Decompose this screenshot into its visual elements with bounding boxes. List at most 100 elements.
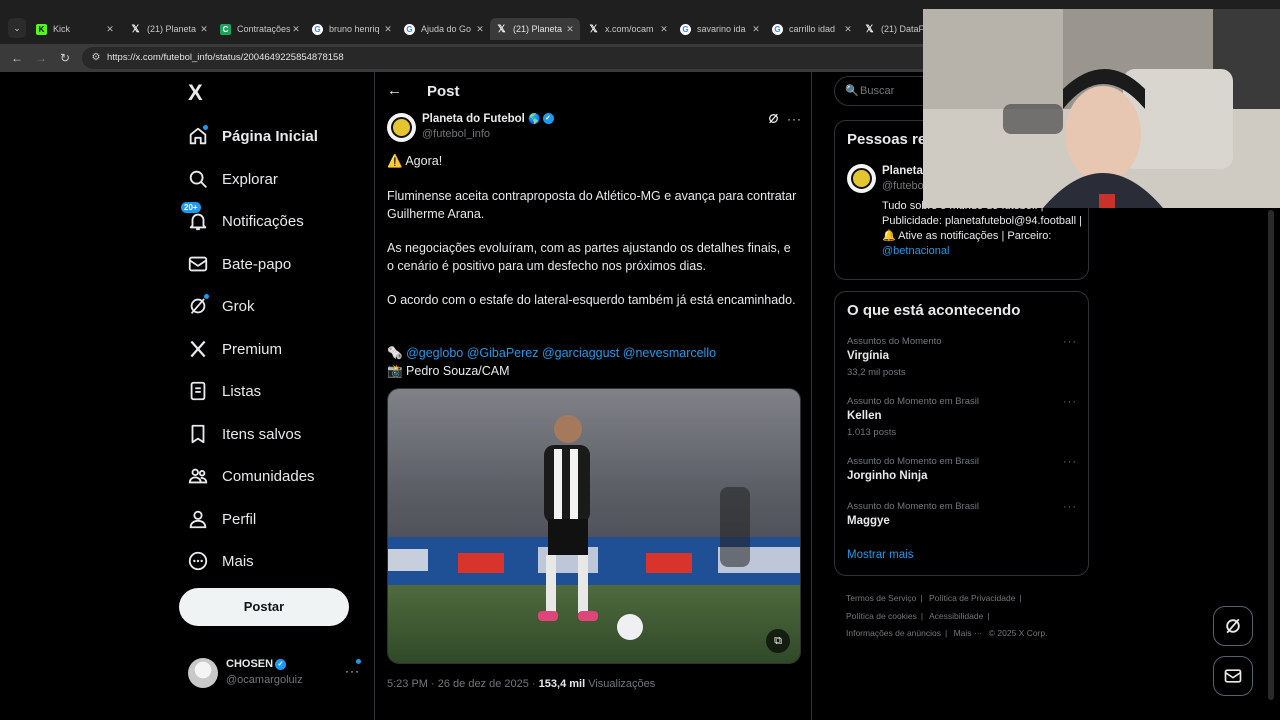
tweet-paragraph: Fluminense aceita contraproposta do Atlé… xyxy=(387,189,797,221)
sidebar-item-notifications[interactable]: 20+ Notificações xyxy=(180,201,304,239)
browser-tab[interactable]: 𝕏 (21) Planeta ✕ xyxy=(124,18,214,40)
suggested-account-avatar[interactable] xyxy=(847,164,876,193)
back-arrow-icon[interactable]: ← xyxy=(387,82,402,99)
footer-link[interactable]: Termos de Serviço xyxy=(846,593,916,603)
home-icon xyxy=(186,124,210,148)
trend-more-icon[interactable]: ··· xyxy=(1063,456,1077,468)
search-icon xyxy=(186,167,210,191)
x-logo[interactable]: X xyxy=(188,80,203,106)
mention-link[interactable]: @garciaggust xyxy=(542,346,619,360)
image-alt-icon[interactable]: ⧉ xyxy=(766,629,790,653)
post-button[interactable]: Postar xyxy=(179,588,349,626)
mention-link[interactable]: @GibaPerez xyxy=(467,346,539,360)
close-tab-icon[interactable]: ✕ xyxy=(658,24,670,35)
bio-mention-link[interactable]: @betnacional xyxy=(882,245,949,257)
footer-link[interactable]: Mais ··· xyxy=(954,628,983,638)
reload-icon[interactable]: ↻ xyxy=(56,49,74,67)
mail-icon xyxy=(186,252,210,276)
tweet-paragraph: O acordo com o estafe do lateral-esquerd… xyxy=(387,293,796,307)
close-tab-icon[interactable]: ✕ xyxy=(290,24,302,35)
browser-tab[interactable]: G carrillo idad ✕ xyxy=(766,18,858,40)
sidebar-item-home[interactable]: Página Inicial xyxy=(186,118,318,154)
browser-tab[interactable]: G Ajuda do Go ✕ xyxy=(398,18,490,40)
more-options-icon[interactable]: ··· xyxy=(345,664,360,678)
list-icon xyxy=(186,379,210,403)
notification-count-badge: 20+ xyxy=(180,201,202,214)
trend-item[interactable]: Assuntos do Momento Virgínia 33,2 mil po… xyxy=(847,336,1077,378)
sidebar-item-bookmarks[interactable]: Itens salvos xyxy=(186,416,301,452)
browser-tab[interactable]: C Contratações ✕ xyxy=(214,18,306,40)
trend-item[interactable]: Assunto do Momento em Brasil Jorginho Ni… xyxy=(847,456,1077,482)
post-header: ← Post xyxy=(375,72,812,112)
trend-more-icon[interactable]: ··· xyxy=(1063,396,1077,408)
messages-floating-button[interactable] xyxy=(1213,656,1253,696)
contratacoes-icon: C xyxy=(220,23,231,35)
search-icon: 🔍 xyxy=(845,85,859,97)
page-scrollbar[interactable] xyxy=(1268,210,1274,700)
browser-tab[interactable]: G savarino ida ✕ xyxy=(674,18,766,40)
grok-floating-button[interactable] xyxy=(1213,606,1253,646)
trend-more-icon[interactable]: ··· xyxy=(1063,336,1077,348)
page-title: Post xyxy=(427,83,460,100)
tab-search-menu-icon[interactable]: ⌄ xyxy=(8,18,26,38)
newspaper-emoji-icon: 🗞️ xyxy=(387,346,403,360)
browser-tab[interactable]: 𝕏 (21) DataFu xyxy=(858,18,924,40)
show-more-link[interactable]: Mostrar mais xyxy=(847,549,913,561)
sidebar-item-more[interactable]: Mais xyxy=(186,543,254,579)
sidebar-item-grok[interactable]: Grok xyxy=(186,288,255,324)
sidebar-item-communities[interactable]: Comunidades xyxy=(186,458,315,494)
bookmark-icon xyxy=(186,422,210,446)
webcam-overlay xyxy=(923,9,1280,208)
author-handle[interactable]: @futebol_info xyxy=(422,128,490,140)
trend-more-icon[interactable]: ··· xyxy=(1063,501,1077,513)
sidebar-item-explore[interactable]: Explorar xyxy=(186,161,278,197)
google-icon: G xyxy=(680,23,691,35)
footer-link[interactable]: Política de cookies xyxy=(846,611,917,621)
browser-tab-active[interactable]: 𝕏 (21) Planeta ✕ xyxy=(490,18,580,40)
author-name[interactable]: Planeta do Futebol xyxy=(422,113,525,125)
verified-badge-icon: ✓ xyxy=(275,658,287,670)
sidebar-item-profile[interactable]: Perfil xyxy=(186,501,256,537)
suggested-account-name[interactable]: Planeta xyxy=(882,165,923,177)
footer-link[interactable]: Política de Privacidade xyxy=(929,593,1015,603)
back-icon[interactable]: ← xyxy=(8,49,26,67)
forward-icon[interactable]: → xyxy=(32,49,50,67)
tweet-paragraph: As negociações evoluíram, com as partes … xyxy=(387,241,791,273)
x-icon: 𝕏 xyxy=(131,23,140,35)
author-avatar[interactable] xyxy=(387,113,416,142)
browser-tab[interactable]: 𝕏 x.com/ocam ✕ xyxy=(582,18,674,40)
browser-tab[interactable]: G bruno henriq ✕ xyxy=(306,18,398,40)
sidebar-item-chat[interactable]: Bate-papo xyxy=(186,246,291,282)
tweet-photo-credit: 📸 Pedro Souza/CAM xyxy=(387,364,510,378)
close-tab-icon[interactable]: ✕ xyxy=(382,24,394,35)
mention-link[interactable]: @geglobo xyxy=(406,346,463,360)
close-tab-icon[interactable]: ✕ xyxy=(842,24,854,35)
sidebar-item-lists[interactable]: Listas xyxy=(186,373,261,409)
post-photo[interactable]: ⧉ xyxy=(387,388,801,664)
close-tab-icon[interactable]: ✕ xyxy=(198,24,210,35)
bell-icon: 20+ xyxy=(180,201,210,233)
footer-link[interactable]: Informações de anúncios xyxy=(846,628,941,638)
trends-card: O que está acontecendo Assuntos do Momen… xyxy=(834,291,1089,576)
main-column: ← Post Planeta do Futebol 🌎 ✓ @futebol_in… xyxy=(374,72,812,720)
x-icon: 𝕏 xyxy=(865,23,874,35)
close-tab-icon[interactable]: ✕ xyxy=(104,24,116,35)
site-settings-icon[interactable]: ⚙ xyxy=(88,50,104,66)
trends-title: O que está acontecendo xyxy=(847,302,1021,319)
close-tab-icon[interactable]: ✕ xyxy=(564,24,576,35)
grok-explain-icon[interactable] xyxy=(767,112,780,128)
sidebar-item-premium[interactable]: Premium xyxy=(186,331,282,367)
account-switcher[interactable]: CHOSEN ✓ @ocamargoluiz ··· xyxy=(188,652,374,696)
mention-link[interactable]: @nevesmarcello xyxy=(623,346,716,360)
trend-item[interactable]: Assunto do Momento em Brasil Maggye ··· xyxy=(847,501,1077,527)
trend-item[interactable]: Assunto do Momento em Brasil Kellen 1.01… xyxy=(847,396,1077,438)
post-meta: 5:23 PM · 26 de dez de 2025 · 153,4 mil … xyxy=(387,678,655,690)
post-timestamp[interactable]: 5:23 PM · 26 de dez de 2025 · xyxy=(387,678,536,690)
close-tab-icon[interactable]: ✕ xyxy=(750,24,762,35)
google-icon: G xyxy=(312,23,323,35)
browser-tab[interactable]: K Kick ✕ xyxy=(30,18,120,40)
close-tab-icon[interactable]: ✕ xyxy=(474,24,486,35)
post-more-options-icon[interactable]: ··· xyxy=(787,112,802,126)
suggested-account-handle: @futebo xyxy=(882,180,924,192)
footer-link[interactable]: Acessibilidade xyxy=(929,611,983,621)
